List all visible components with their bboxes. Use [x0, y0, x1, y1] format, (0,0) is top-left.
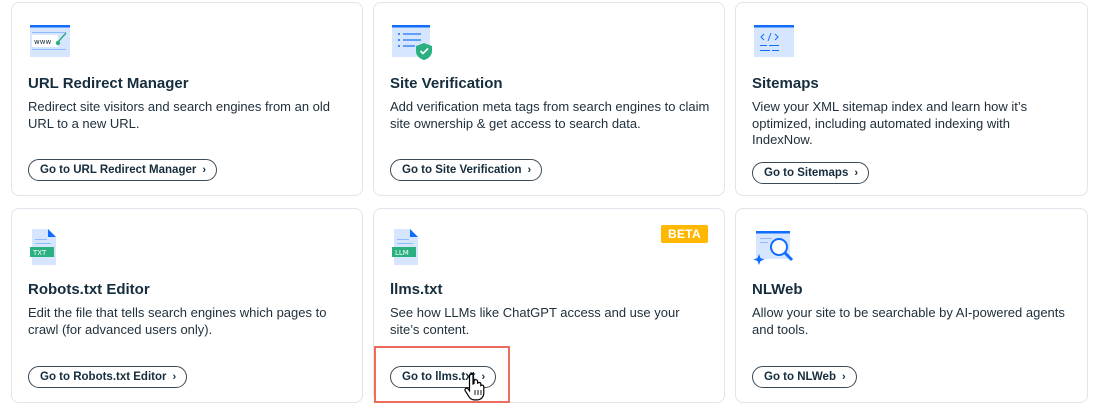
beta-badge: BETA	[661, 225, 708, 243]
card-site-verification: Site Verification Add verification meta …	[373, 2, 725, 196]
go-to-sitemaps-button[interactable]: Go to Sitemaps ›	[752, 162, 870, 184]
card-robots-txt-editor: TXT Robots.txt Editor Edit the file that…	[11, 208, 363, 403]
hand-cursor-icon	[464, 372, 485, 401]
button-label: Go to NLWeb	[764, 371, 836, 383]
card-title: Site Verification	[390, 75, 503, 92]
card-title: NLWeb	[752, 281, 803, 298]
go-to-url-redirect-manager-button[interactable]: Go to URL Redirect Manager ›	[28, 159, 218, 181]
chevron-right-icon: ›	[172, 370, 177, 383]
site-verification-icon	[392, 25, 432, 60]
go-to-site-verification-button[interactable]: Go to Site Verification ›	[390, 159, 543, 181]
svg-text:LLM: LLM	[395, 249, 409, 257]
card-description: Redirect site visitors and search engine…	[28, 99, 331, 131]
card-sitemaps: Sitemaps View your XML sitemap index and…	[735, 2, 1088, 196]
card-description: Edit the file that tells search engines …	[28, 305, 327, 337]
card-description: See how LLMs like ChatGPT access and use…	[390, 305, 680, 337]
card-nlweb: NLWeb Allow your site to be searchable b…	[735, 208, 1088, 403]
chevron-right-icon: ›	[854, 166, 859, 179]
button-label: Go to URL Redirect Manager	[40, 164, 197, 176]
svg-text:www: www	[34, 38, 51, 46]
button-label: Go to Robots.txt Editor	[40, 371, 167, 383]
card-title: Sitemaps	[752, 75, 819, 92]
button-label: Go to Sitemaps	[764, 167, 849, 179]
svg-text:TXT: TXT	[32, 249, 47, 257]
highlight-box	[374, 346, 510, 403]
card-title: Robots.txt Editor	[28, 281, 150, 298]
card-url-redirect-manager: www URL Redirect Manager Redirect site v…	[11, 2, 363, 196]
url-redirect-icon: www	[30, 25, 70, 57]
chevron-right-icon: ›	[202, 163, 207, 176]
card-description: Add verification meta tags from search e…	[390, 99, 710, 131]
sitemap-icon	[754, 25, 794, 57]
card-title: URL Redirect Manager	[28, 75, 189, 92]
nlweb-search-icon	[753, 231, 794, 265]
card-description: View your XML sitemap index and learn ho…	[752, 99, 1028, 147]
button-label: Go to Site Verification	[402, 164, 522, 176]
card-description: Allow your site to be searchable by AI-p…	[752, 305, 1065, 337]
txt-file-icon: TXT	[30, 229, 56, 265]
llm-file-icon: LLM	[392, 229, 418, 265]
chevron-right-icon: ›	[841, 370, 846, 383]
chevron-right-icon: ›	[527, 163, 532, 176]
go-to-nlweb-button[interactable]: Go to NLWeb ›	[752, 366, 857, 388]
go-to-robots-txt-editor-button[interactable]: Go to Robots.txt Editor ›	[28, 366, 188, 388]
card-title: llms.txt	[390, 281, 443, 298]
